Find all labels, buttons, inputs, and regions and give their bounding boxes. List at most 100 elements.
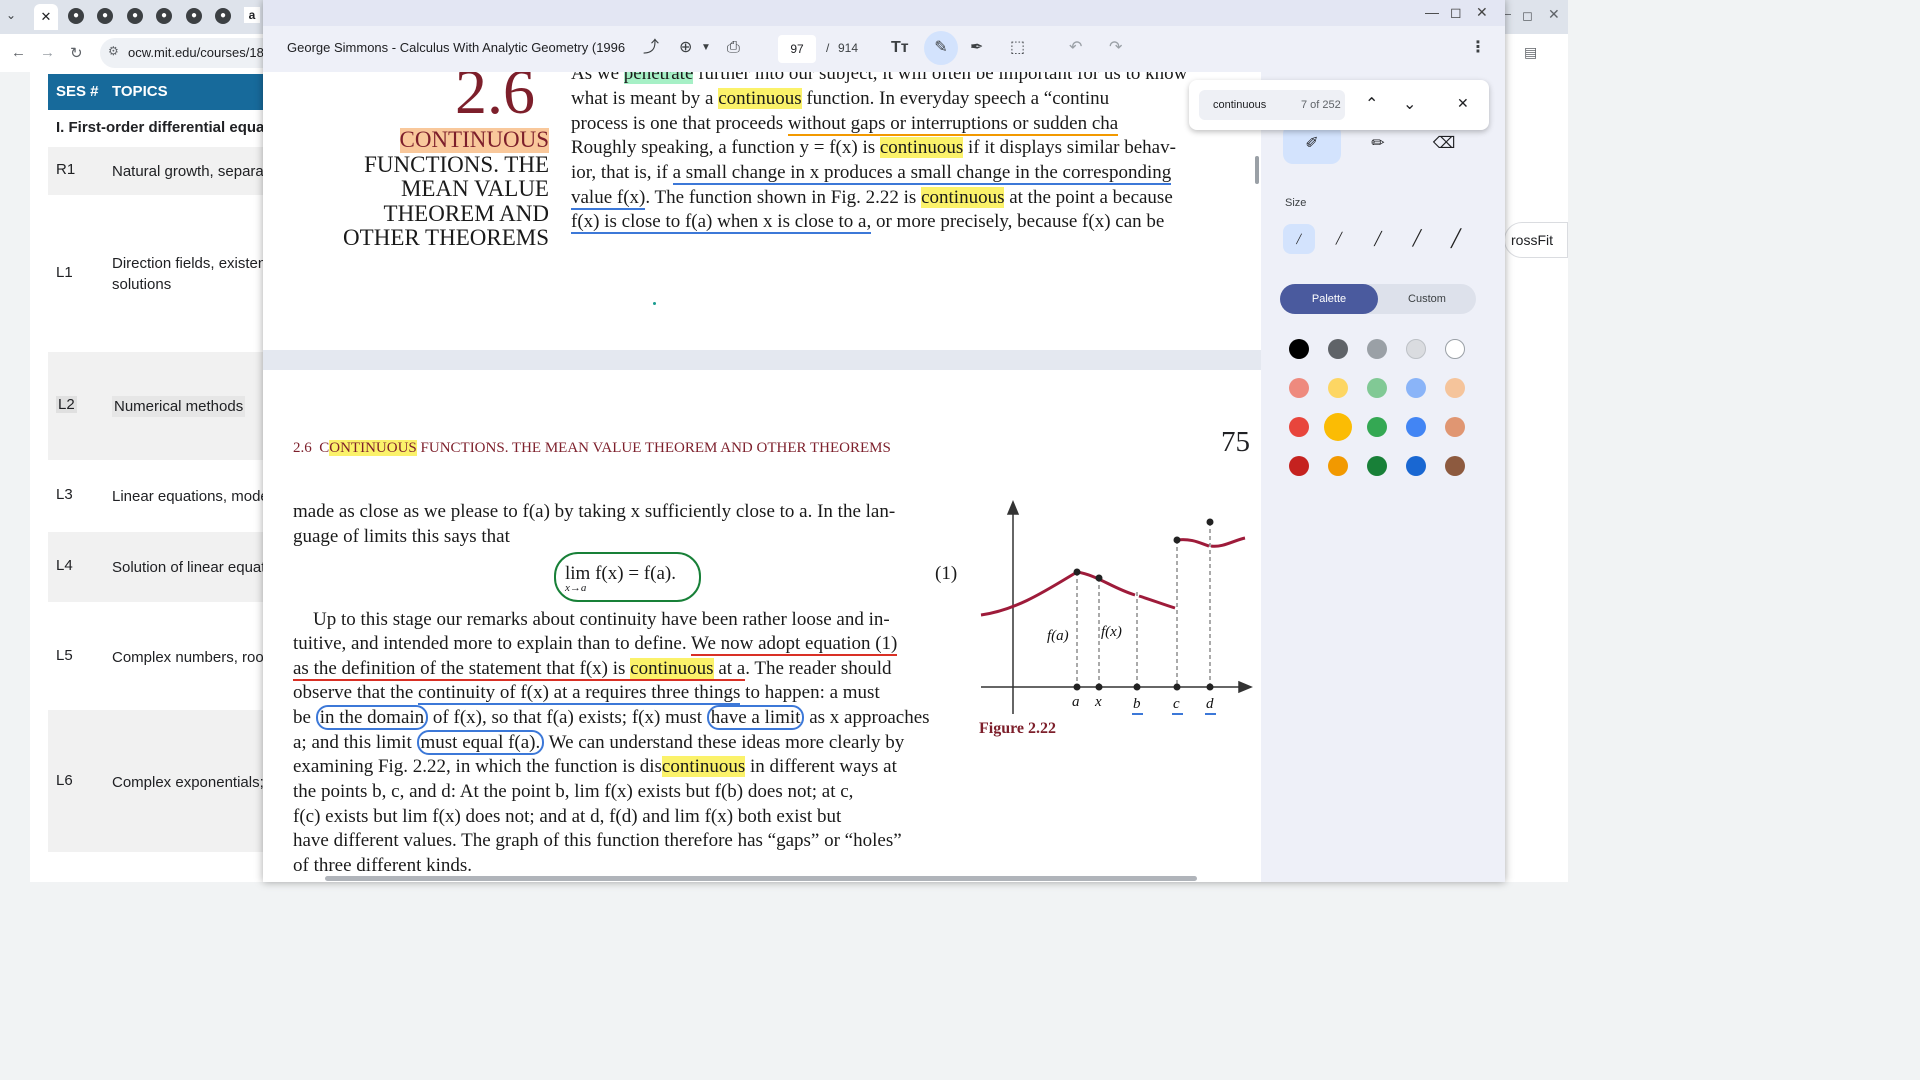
window-close-icon[interactable]: ✕ xyxy=(1476,4,1488,21)
find-previous-icon[interactable]: ⌃ xyxy=(1365,94,1378,114)
highlighter-tool-icon[interactable]: ✏ xyxy=(1349,124,1407,164)
blue-underline: continuity of f(x) at a requires three t… xyxy=(418,682,741,705)
palette-tab[interactable]: Palette xyxy=(1280,284,1378,314)
text-size-icon[interactable]: Tт xyxy=(891,38,909,58)
row-topic[interactable]: Linear equations, mode xyxy=(112,486,266,507)
text-line: have different values. The graph of this… xyxy=(293,830,902,851)
text-line: of three different kinds. xyxy=(293,855,473,876)
tab-favicon-3[interactable]: ● xyxy=(127,8,143,24)
label-c: c xyxy=(1173,696,1180,712)
color-swatch[interactable] xyxy=(1367,378,1387,398)
horizontal-scrollbar[interactable] xyxy=(325,876,1197,881)
back-arrow-icon[interactable]: ← xyxy=(11,44,26,61)
size-5-icon[interactable]: ╱ xyxy=(1440,224,1472,254)
crossfit-button[interactable]: rossFit xyxy=(1504,222,1568,258)
text-run: be xyxy=(293,707,316,728)
text-line: examining Fig. 2.22, in which the functi… xyxy=(293,755,897,780)
text-run: of f(x), so that f(a) exists; f(x) must xyxy=(428,707,707,728)
color-swatch[interactable] xyxy=(1328,339,1348,359)
print-icon[interactable]: ⎙ xyxy=(727,38,740,58)
color-swatch[interactable] xyxy=(1406,417,1426,437)
browser-close-icon[interactable]: ✕ xyxy=(1548,6,1560,23)
zoom-icon[interactable]: ⊕ xyxy=(679,38,692,58)
heading-line: MEAN VALUE xyxy=(400,176,549,202)
tab-favicon-1[interactable]: ● xyxy=(68,8,84,24)
color-swatch[interactable] xyxy=(1328,456,1348,476)
size-2-icon[interactable]: ╱ xyxy=(1323,224,1355,254)
search-highlight: continuous xyxy=(661,756,746,777)
tab-favicon-4[interactable]: ● xyxy=(156,8,172,24)
color-swatch[interactable] xyxy=(1289,339,1309,359)
color-swatch[interactable] xyxy=(1324,413,1352,441)
section-number: 2.6 xyxy=(455,72,535,127)
text-line: be in the domain of f(x), so that f(a) e… xyxy=(293,705,930,731)
text-line: Roughly speaking, a function y = f(x) is… xyxy=(571,136,1176,161)
size-1-icon[interactable]: ╱ xyxy=(1283,224,1315,254)
find-input[interactable]: continuous 7 of 252 xyxy=(1199,90,1345,120)
find-close-icon[interactable]: ✕ xyxy=(1457,95,1469,112)
annotation-panel: ✐ ✏ ⌫ Size ╱ ╱ ╱ ╱ ╱ Palette Custom xyxy=(1261,72,1505,882)
share-icon[interactable]: ⤴ xyxy=(643,38,659,58)
find-next-icon[interactable]: ⌄ xyxy=(1403,94,1416,114)
row-topic[interactable]: Natural growth, separal xyxy=(112,161,266,182)
signature-icon[interactable]: ✒ xyxy=(970,38,983,58)
browser-maximize-icon[interactable]: ◻ xyxy=(1522,8,1533,24)
size-3-icon[interactable]: ╱ xyxy=(1362,224,1394,254)
color-swatch[interactable] xyxy=(1367,417,1387,437)
color-swatch[interactable] xyxy=(1406,339,1426,359)
color-swatch[interactable] xyxy=(1406,378,1426,398)
more-options-icon[interactable]: ⋮ xyxy=(1470,38,1486,58)
text-run: if it displays similar behav- xyxy=(963,137,1176,158)
text-line: guage of limits this says that xyxy=(293,526,510,547)
custom-tab[interactable]: Custom xyxy=(1378,284,1476,314)
select-region-icon[interactable]: ⬚ xyxy=(1010,38,1025,58)
tab-favicon-2[interactable]: ● xyxy=(97,8,113,24)
zoom-dropdown-icon[interactable]: ▼ xyxy=(701,38,711,58)
undo-icon[interactable]: ↶ xyxy=(1069,38,1082,58)
color-swatch[interactable] xyxy=(1406,456,1426,476)
color-swatch[interactable] xyxy=(1289,456,1309,476)
tab-favicon-6[interactable]: ● xyxy=(215,8,231,24)
tab-search-chevron-icon[interactable]: ⌄ xyxy=(6,8,16,22)
vertical-scrollbar[interactable] xyxy=(1255,156,1259,184)
close-tab-icon[interactable]: ✕ xyxy=(34,4,58,30)
viewer-title-bar: — ◻ ✕ xyxy=(263,0,1505,26)
tab-amazon-icon[interactable]: a xyxy=(244,7,260,23)
row-topic[interactable]: Complex numbers, root xyxy=(112,647,266,668)
color-swatch[interactable] xyxy=(1445,456,1465,476)
row-topic[interactable]: Numerical methods xyxy=(112,396,246,417)
side-panel-icon[interactable]: ▤ xyxy=(1524,44,1537,61)
color-swatch[interactable] xyxy=(1367,339,1387,359)
reload-icon[interactable]: ↻ xyxy=(70,44,83,62)
row-topic[interactable]: Direction fields, existen solutions xyxy=(112,253,266,295)
tab-favicon-5[interactable]: ● xyxy=(186,8,202,24)
label-d: d xyxy=(1206,696,1214,712)
row-topic[interactable]: Complex exponentials; xyxy=(112,772,266,793)
eraser-tool-icon[interactable]: ⌫ xyxy=(1415,124,1473,164)
annotate-pen-icon[interactable]: ✎ xyxy=(924,31,958,65)
forward-arrow-icon[interactable]: → xyxy=(40,44,55,61)
search-highlight: ONTINUOUS xyxy=(329,440,417,456)
color-swatch[interactable] xyxy=(1289,417,1309,437)
window-maximize-icon[interactable]: ◻ xyxy=(1450,4,1462,21)
site-info-icon[interactable]: ⚙ xyxy=(108,44,119,58)
row-topic[interactable]: Solution of linear equat xyxy=(112,557,266,578)
text-line: observe that the continuity of f(x) at a… xyxy=(293,681,880,706)
blue-underline: value f(x) xyxy=(571,187,646,210)
size-4-icon[interactable]: ╱ xyxy=(1401,224,1433,254)
blue-underline: a small change in x produces a small cha… xyxy=(672,162,1172,185)
page-number-input[interactable]: 97 xyxy=(778,35,816,63)
color-swatch[interactable] xyxy=(1445,417,1465,437)
color-swatch[interactable] xyxy=(1445,339,1465,359)
color-swatch[interactable] xyxy=(1445,378,1465,398)
course-webpage: SES # TOPICS I. First-order differential… xyxy=(30,72,266,882)
label-a: a xyxy=(1072,694,1080,710)
color-swatch[interactable] xyxy=(1289,378,1309,398)
table-row: L1 Direction fields, existen solutions xyxy=(48,195,266,352)
color-swatch[interactable] xyxy=(1328,378,1348,398)
red-underline: We now adopt equation (1) xyxy=(691,633,898,656)
window-minimize-icon[interactable]: — xyxy=(1425,4,1439,20)
redo-icon[interactable]: ↷ xyxy=(1109,38,1122,58)
color-swatch[interactable] xyxy=(1367,456,1387,476)
pen-tool-icon[interactable]: ✐ xyxy=(1283,124,1341,164)
